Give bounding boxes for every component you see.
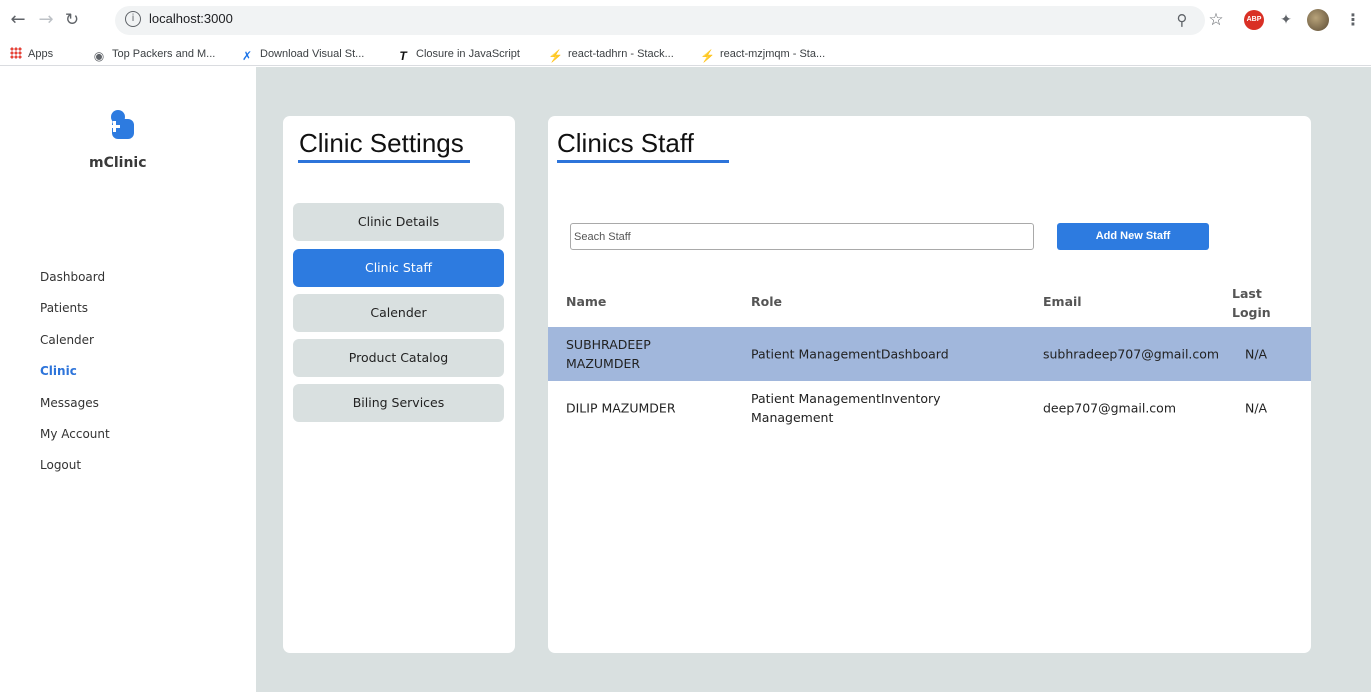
puzzle-extensions-icon[interactable]: ✦ (1276, 10, 1296, 30)
app: mClinic Dashboard Patients Calender Clin… (0, 67, 1371, 692)
apps-grid-icon (10, 47, 22, 59)
brand-name: mClinic (89, 155, 147, 171)
add-new-staff-button[interactable]: Add New Staff (1057, 223, 1209, 250)
staff-email-cell: subhradeep707@gmail.com (1043, 346, 1220, 362)
globe-icon: ◉ (93, 49, 105, 63)
profile-avatar[interactable] (1307, 9, 1329, 31)
staff-last-login-cell: N/A (1245, 400, 1268, 416)
t-logo-icon: T (399, 49, 407, 63)
address-bar[interactable]: i localhost:3000 (115, 6, 1205, 35)
clinic-staff-button[interactable]: Clinic Staff (293, 249, 504, 287)
sidebar-item-patients[interactable]: Patients (40, 301, 110, 332)
bookmark-label: Apps (28, 48, 54, 60)
billing-services-button[interactable]: Biling Services (293, 384, 504, 422)
title-underline (557, 160, 729, 163)
bookmark-closure[interactable]: T Closure in JavaScript (396, 46, 520, 63)
bookmark-visual-studio[interactable]: ✗ Download Visual St... (240, 46, 365, 63)
bookmark-label: react-mzjmqm - Sta... (720, 48, 826, 60)
staff-name-cell: DILIP MAZUMDER (566, 400, 676, 416)
site-info-icon[interactable]: i (125, 11, 141, 27)
staff-email-cell: deep707@gmail.com (1043, 400, 1176, 416)
sidebar-item-logout[interactable]: Logout (40, 458, 110, 489)
bookmark-apps[interactable]: Apps (10, 46, 53, 62)
clinic-details-button[interactable]: Clinic Details (293, 203, 504, 241)
bookmark-react-tadhrn[interactable]: ⚡ react-tadhrn - Stack... (548, 46, 674, 63)
clinic-settings-panel: Clinic Settings Clinic Details Clinic St… (283, 116, 515, 653)
bookmark-label: react-tadhrn - Stack... (568, 48, 674, 60)
browser-toolbar: ← → ↻ i localhost:3000 ⚲ ☆ ABP ✦ ⋮ (0, 0, 1371, 42)
search-staff-input[interactable] (570, 223, 1034, 250)
bookmark-label: Top Packers and M... (112, 48, 216, 60)
adblock-extension-icon[interactable]: ABP (1244, 10, 1264, 30)
product-catalog-button[interactable]: Product Catalog (293, 339, 504, 377)
staff-last-login-cell: N/A (1245, 346, 1268, 362)
clinics-staff-panel: Clinics Staff Add New Staff Name Role Em… (548, 116, 1311, 653)
bookmark-label: Download Visual St... (260, 48, 365, 60)
url-text: localhost:3000 (149, 11, 233, 26)
staff-title: Clinics Staff (557, 128, 694, 158)
bookmarks-bar: Apps ◉ Top Packers and M... ✗ Download Vis… (0, 42, 1371, 66)
calender-button[interactable]: Calender (293, 294, 504, 332)
column-header-email: Email (1043, 294, 1082, 309)
table-row[interactable]: DILIP MAZUMDER Patient ManagementInvento… (548, 381, 1311, 435)
table-row[interactable]: SUBHRADEEP MAZUMDER Patient ManagementDa… (548, 327, 1311, 381)
back-arrow-icon[interactable]: ← (8, 9, 28, 31)
mclinic-logo-icon (109, 110, 134, 139)
menu-kebab-icon[interactable]: ⋮ (1343, 10, 1363, 30)
sidebar-item-clinic[interactable]: Clinic (40, 364, 110, 395)
title-underline (298, 160, 470, 163)
column-header-role: Role (751, 294, 782, 309)
staff-role-cell: Patient ManagementDashboard (751, 346, 949, 362)
bolt-icon: ⚡ (548, 49, 563, 63)
forward-arrow-icon[interactable]: → (36, 9, 56, 31)
sidebar-nav: Dashboard Patients Calender Clinic Messa… (40, 270, 110, 490)
main-content: Clinic Settings Clinic Details Clinic St… (256, 67, 1371, 692)
reload-icon[interactable]: ↻ (62, 9, 82, 31)
sidebar-item-calender[interactable]: Calender (40, 333, 110, 364)
bookmark-top-packers[interactable]: ◉ Top Packers and M... (92, 46, 216, 63)
bookmark-star-icon[interactable]: ☆ (1206, 10, 1226, 30)
staff-role-cell: Patient ManagementInventory Management (751, 391, 941, 425)
column-header-name: Name (566, 294, 607, 309)
sidebar: mClinic Dashboard Patients Calender Clin… (0, 67, 256, 692)
vscode-icon: ✗ (241, 49, 253, 63)
bookmark-react-mzjmqm[interactable]: ⚡ react-mzjmqm - Sta... (700, 46, 826, 63)
bookmark-label: Closure in JavaScript (416, 48, 520, 60)
staff-name-cell: SUBHRADEEP MAZUMDER (566, 337, 651, 371)
sidebar-item-my-account[interactable]: My Account (40, 427, 110, 458)
column-header-last-login: Last Login (1232, 286, 1271, 320)
sidebar-item-messages[interactable]: Messages (40, 396, 110, 427)
sidebar-item-dashboard[interactable]: Dashboard (40, 270, 110, 301)
bolt-icon: ⚡ (700, 49, 715, 63)
zoom-icon[interactable]: ⚲ (1172, 10, 1192, 30)
settings-title: Clinic Settings (299, 128, 464, 158)
